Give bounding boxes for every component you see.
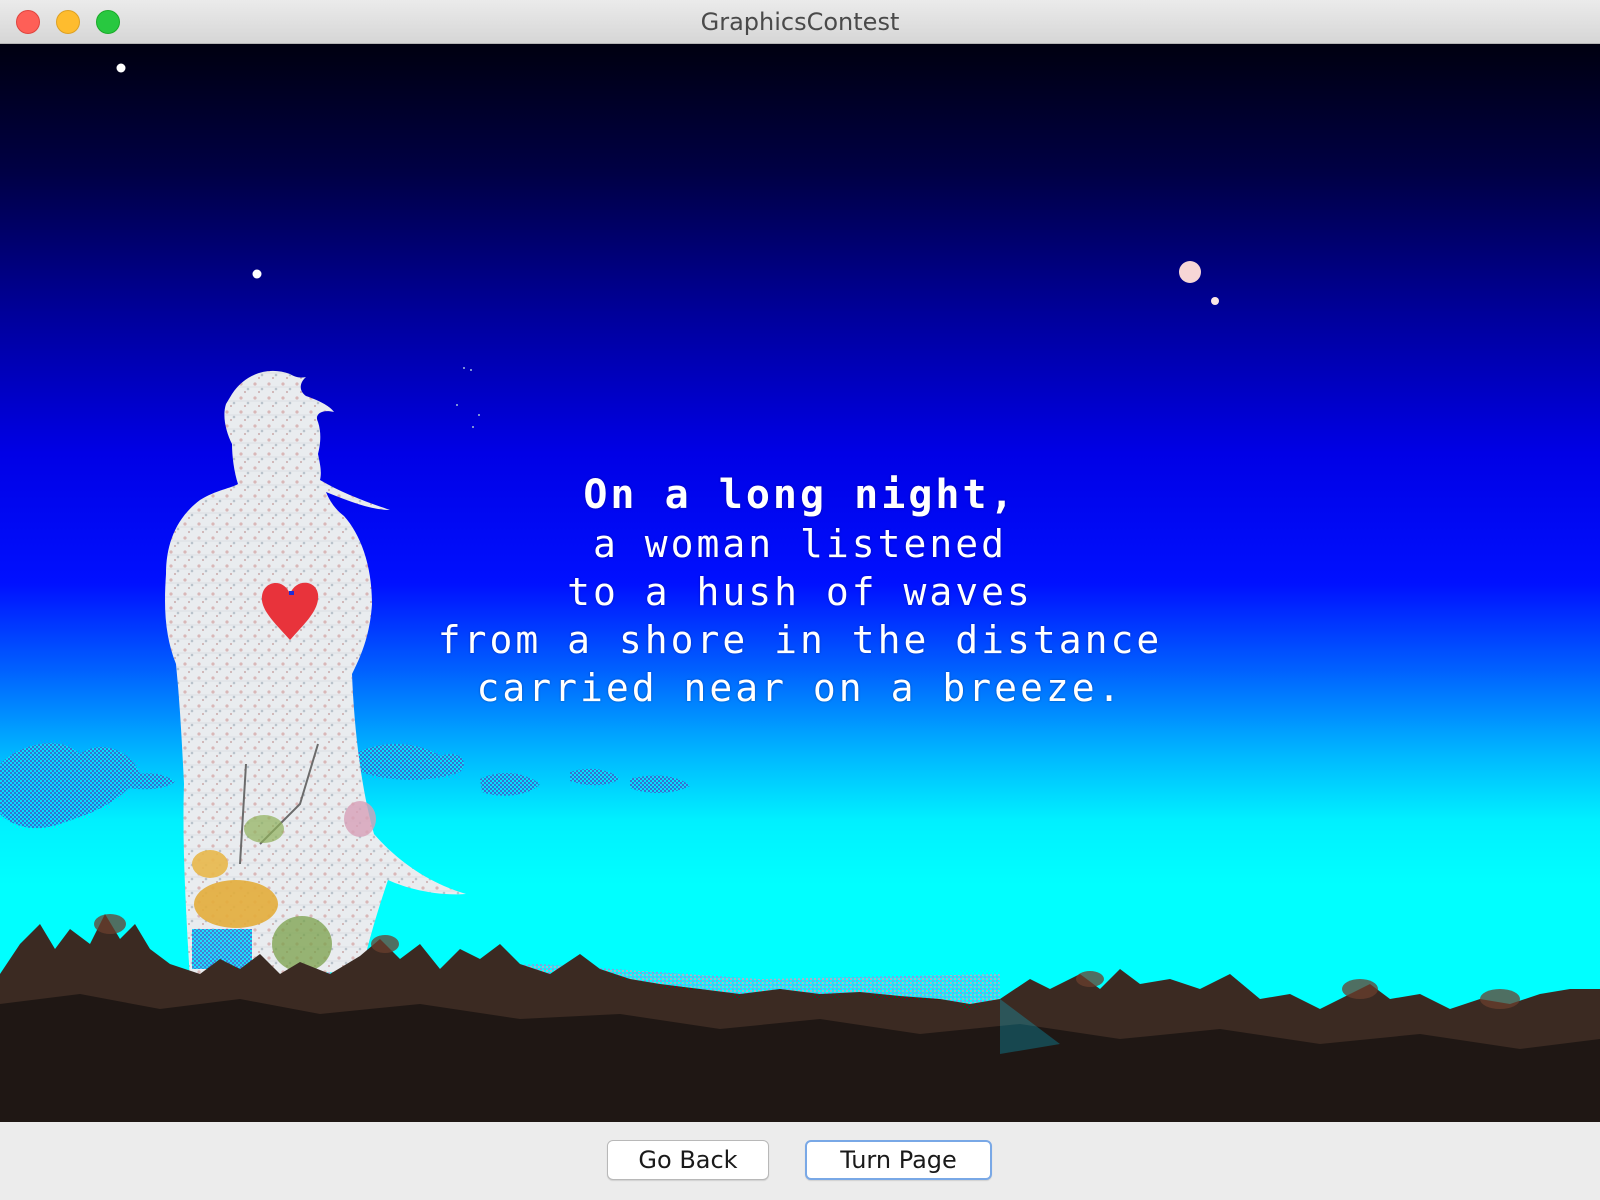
poem-line: to a hush of waves bbox=[567, 570, 1033, 614]
go-back-button[interactable]: Go Back bbox=[607, 1140, 769, 1180]
app-window: GraphicsContest On a long night, a woman… bbox=[0, 0, 1600, 1200]
poem-text: On a long night, a woman listened to a h… bbox=[360, 470, 1240, 712]
poem-line: carried near on a breeze. bbox=[476, 666, 1124, 710]
title-bar[interactable]: GraphicsContest bbox=[0, 0, 1600, 44]
story-canvas: On a long night, a woman listened to a h… bbox=[0, 44, 1600, 1122]
turn-page-button[interactable]: Turn Page bbox=[805, 1140, 992, 1180]
moon-icon bbox=[1179, 261, 1201, 283]
poem-line: On a long night, bbox=[583, 472, 1017, 518]
poem-line: a woman listened bbox=[592, 522, 1008, 566]
star-icon bbox=[116, 63, 126, 73]
poem-line: from a shore in the distance bbox=[437, 618, 1163, 662]
window-title: GraphicsContest bbox=[700, 8, 900, 36]
star-icon bbox=[1211, 297, 1219, 305]
button-bar: Go Back Turn Page bbox=[0, 1122, 1600, 1200]
star-icon bbox=[252, 269, 262, 279]
faint-star-cluster bbox=[456, 367, 480, 428]
